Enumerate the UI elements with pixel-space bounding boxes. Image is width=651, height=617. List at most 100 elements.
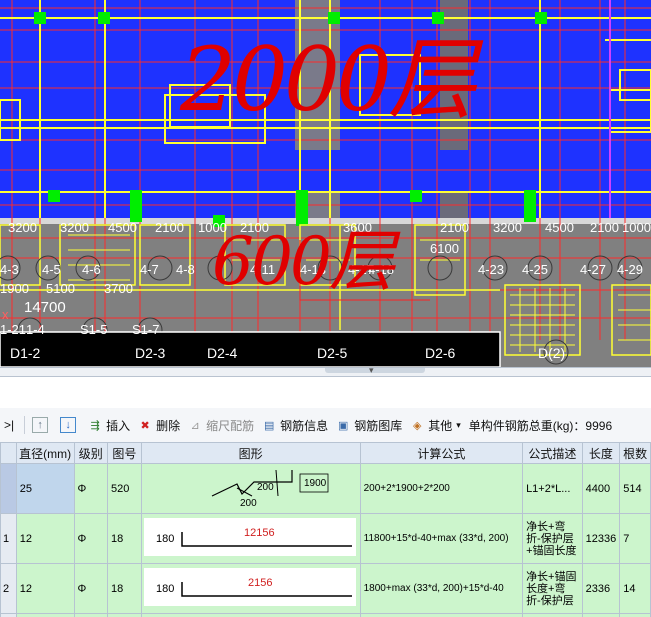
x-mark: x xyxy=(2,307,9,322)
dim-label: 2100 xyxy=(155,220,184,235)
rebar-info-button[interactable]: ▤ 钢筋信息 xyxy=(259,413,331,437)
axis-label: D2-5 xyxy=(317,345,348,361)
handwritten-annotation-600: 600层 xyxy=(212,223,395,300)
dim-label: 2100 xyxy=(590,220,619,235)
table-row[interactable]: 1 12 Φ 18 180 12156 11800+15*d-40+max (3… xyxy=(0,513,651,564)
other-icon: ◈ xyxy=(412,419,422,432)
formula-cell[interactable]: 1800+max (33*d, 200)+15*d-40 xyxy=(359,563,524,614)
empty-cell[interactable] xyxy=(619,613,651,617)
other-dropdown[interactable]: ◈ 其他 ▾ xyxy=(407,413,464,437)
beam-id-label: S1-5 xyxy=(80,322,108,337)
panel-splitter[interactable]: ▾ xyxy=(0,365,651,377)
description-cell[interactable]: 净长+锚固长度+弯折-保护层 xyxy=(522,563,583,614)
beam-label: 4-5 xyxy=(42,262,61,277)
chevron-down-icon: ▾ xyxy=(369,365,374,375)
shape-cell[interactable]: 180 12156 xyxy=(140,513,361,564)
figure-number-cell[interactable]: 520 xyxy=(107,463,142,514)
figure-number-cell[interactable]: 18 xyxy=(107,563,142,614)
total-weight-label: 单构件钢筋总重(kg)：9996 xyxy=(468,418,613,433)
length-cell[interactable]: 4400 xyxy=(581,463,621,514)
insert-button[interactable]: ⇶ 插入 xyxy=(85,413,133,437)
shape-cell[interactable]: 200 200 1900 xyxy=(140,463,361,514)
column-header[interactable]: 根数 xyxy=(619,442,651,464)
beam-label: 4-8 xyxy=(176,262,195,277)
count-cell[interactable]: 7 xyxy=(619,513,651,564)
column-header[interactable]: 图形 xyxy=(140,442,361,464)
insert-icon: ⇶ xyxy=(90,419,100,432)
dim-label: 4500 xyxy=(108,220,137,235)
column-header[interactable]: 图号 xyxy=(107,442,142,464)
shape-cell[interactable]: 180 2156 xyxy=(140,563,361,614)
splitter-grip[interactable]: ▾ xyxy=(325,365,425,375)
dropdown-arrow-icon: ▾ xyxy=(456,419,461,430)
beam-label: 4-27 xyxy=(580,262,607,277)
description-cell[interactable]: 净长+弯折-保护层+锚固长度 xyxy=(522,513,583,564)
column-header[interactable]: 级别 xyxy=(73,442,109,464)
expand-button[interactable]: >| xyxy=(0,413,18,437)
formula-text: 1800+max (33*d, 200)+15*d-40 xyxy=(363,583,504,594)
column-header[interactable]: 直径(mm) xyxy=(15,442,75,464)
table-row[interactable] xyxy=(0,613,651,617)
row-index[interactable] xyxy=(0,463,17,514)
shape-dim-hook: 180 xyxy=(156,583,174,595)
library-icon: ▣ xyxy=(337,419,349,432)
delete-button[interactable]: ✖ 删除 xyxy=(135,413,183,437)
grade-cell[interactable]: Φ xyxy=(73,563,109,614)
shape-dim-length: 2156 xyxy=(248,577,272,589)
grade-cell[interactable]: Φ xyxy=(73,513,109,564)
diameter-cell[interactable]: 12 xyxy=(15,563,75,614)
move-up-button[interactable]: ↑ xyxy=(29,413,55,437)
scale-icon: ⊿ xyxy=(190,419,200,432)
count-cell[interactable]: 514 xyxy=(619,463,651,514)
empty-cell[interactable] xyxy=(107,613,142,617)
length-cell[interactable]: 2336 xyxy=(581,563,621,614)
handwritten-annotation-2000: 2000层 xyxy=(180,28,476,131)
row-index[interactable] xyxy=(0,613,17,617)
grade-cell[interactable]: Φ xyxy=(73,463,109,514)
description-cell[interactable]: L1+2*L... xyxy=(522,463,583,514)
empty-cell[interactable] xyxy=(140,613,361,617)
move-down-icon: ↓ xyxy=(60,417,77,433)
shape-dim: 1900 xyxy=(304,478,327,489)
row-index[interactable]: 1 xyxy=(0,513,17,564)
dim-label: 3700 xyxy=(104,281,133,296)
scale-rebar-button[interactable]: ⊿ 缩尺配筋 xyxy=(185,413,257,437)
column-header[interactable]: 长度 xyxy=(581,442,621,464)
dim-label: 4500 xyxy=(545,220,574,235)
diameter-cell[interactable]: 12 xyxy=(15,513,75,564)
rebar-table: 直径(mm) 级别 图号 图形 计算公式 公式描述 长度 根数 25 Φ 520 xyxy=(0,442,651,617)
beam-id-label: S1-7 xyxy=(132,322,160,337)
empty-cell[interactable] xyxy=(581,613,621,617)
formula-cell[interactable]: 200+2*1900+2*200 xyxy=(359,463,524,514)
description-text: 净长+弯折-保护层+锚固长度 xyxy=(526,520,577,557)
empty-cell[interactable] xyxy=(359,613,524,617)
column-header[interactable]: 公式描述 xyxy=(522,442,583,464)
rebar-library-button[interactable]: ▣ 钢筋图库 xyxy=(333,413,405,437)
count-cell[interactable]: 14 xyxy=(619,563,651,614)
rebar-shape-drawing: 180 12156 xyxy=(156,527,352,547)
diameter-cell[interactable]: 25 xyxy=(15,463,75,514)
dim-label: 5100 xyxy=(46,281,75,296)
toolbar-separator xyxy=(24,416,26,434)
dim-label: 3200 xyxy=(8,220,37,235)
empty-cell[interactable] xyxy=(73,613,109,617)
formula-text: 200+2*1900+2*200 xyxy=(363,483,450,494)
row-index[interactable]: 2 xyxy=(0,563,17,614)
column-header[interactable]: 计算公式 xyxy=(359,442,524,464)
corner-header xyxy=(0,442,17,464)
beam-label: 4-25 xyxy=(522,262,549,277)
table-row[interactable]: 25 Φ 520 200 200 1900 200+2*1900+2*200 L xyxy=(0,463,651,514)
figure-number-cell[interactable]: 18 xyxy=(107,513,142,564)
table-row[interactable]: 2 12 Φ 18 180 2156 1800+max (33*d, 200)+… xyxy=(0,563,651,614)
description-text: L1+2*L... xyxy=(526,482,571,495)
move-down-button[interactable]: ↓ xyxy=(57,413,83,437)
empty-cell[interactable] xyxy=(522,613,583,617)
beam-label: 4-29 xyxy=(617,262,644,277)
beam-label: 4-6 xyxy=(82,262,101,277)
empty-cell[interactable] xyxy=(15,613,75,617)
cad-drawing-canvas[interactable]: 3200 3200 4500 2100 1000 2100 3600 2100 … xyxy=(0,0,651,367)
rebar-grid: 直径(mm) 级别 图号 图形 计算公式 公式描述 长度 根数 25 Φ 520 xyxy=(0,442,651,617)
formula-cell[interactable]: 11800+15*d-40+max (33*d, 200) xyxy=(359,513,524,564)
beam-id-label: 1-21 xyxy=(0,322,27,337)
length-cell[interactable]: 12336 xyxy=(581,513,621,564)
